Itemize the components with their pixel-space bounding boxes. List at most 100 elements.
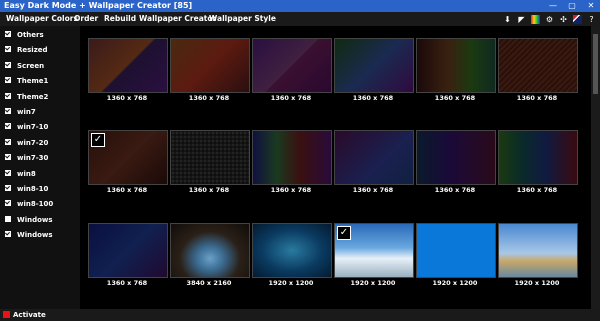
checkbox[interactable] [5,185,11,191]
wallpaper-thumbnail[interactable] [252,38,332,93]
checkbox[interactable] [5,61,11,68]
wallpaper-thumbnail[interactable] [170,223,250,278]
gamepad-icon[interactable]: ✣ [559,15,568,24]
wallpaper-thumbnail[interactable] [170,130,250,185]
sidebar-item[interactable]: Theme2 [5,91,48,103]
gear-icon[interactable]: ⚙ [545,15,554,24]
wallpaper-thumbnail[interactable] [252,223,332,278]
thumbnail-resolution-label: 1360 x 768 [188,94,230,102]
wallpaper-thumbnail[interactable] [416,223,496,278]
thumbnail-resolution-label: 1360 x 768 [352,186,394,194]
scrollbar[interactable] [591,26,600,309]
wallpaper-thumbnail[interactable] [334,38,414,93]
sidebar-item-label: Windows [17,215,53,224]
thumbnail-resolution-label: 1360 x 768 [106,186,148,194]
sidebar-item[interactable]: Screen [5,60,44,72]
wallpaper-thumbnail[interactable]: ✓ [88,130,168,185]
thumbnail-resolution-label: 1360 x 768 [352,94,394,102]
thumbnail-resolution-label: 3840 x 2160 [186,279,232,287]
download-icon[interactable]: ⬇ [503,15,512,24]
wallpaper-thumbnail[interactable] [170,38,250,93]
wallpaper-thumbnail[interactable] [416,38,496,93]
wallpaper-thumbnail[interactable] [416,130,496,185]
check-icon[interactable]: ✓ [337,226,351,240]
checkbox[interactable] [5,169,11,176]
checkbox[interactable] [5,123,11,130]
menu-rebuild[interactable]: Rebuild [104,12,136,26]
sidebar-item-label: win7-30 [17,154,49,163]
thumbnail-resolution-label: 1920 x 1200 [432,279,478,287]
sidebar-item[interactable]: win8-100 [5,198,53,210]
sidebar-item-label: win8-100 [17,200,54,209]
wallpaper-thumbnail[interactable] [498,130,578,185]
palette-icon[interactable] [531,14,540,24]
sidebar-item-label: Screen [17,61,45,70]
wallpaper-thumbnail[interactable] [498,223,578,278]
sidebar-item[interactable]: Windows [5,229,53,241]
cursor-icon[interactable]: ◤ [517,15,526,24]
sidebar-item-label: win7 [17,108,36,116]
sidebar-item-label: win7-10 [17,123,49,132]
checkbox[interactable] [5,46,11,53]
wallpaper-thumbnail[interactable] [88,38,168,93]
thumbnail-resolution-label: 1360 x 768 [106,279,148,287]
wallpaper-thumbnail[interactable]: ✓ [334,223,414,278]
checkbox[interactable] [5,92,11,99]
toolbar: ⬇ ◤ ⚙ ✣ ? [503,13,596,25]
checkbox[interactable] [5,31,11,37]
menu-wallpaper-style[interactable]: Wallpaper Style [209,12,276,26]
checkbox[interactable] [5,231,11,238]
sidebar-item-label: win8-10 [17,185,49,193]
sidebar-item-label: win8 [17,169,36,178]
checkbox[interactable] [5,138,11,145]
menu-wallpaper-colors[interactable]: Wallpaper Colors [6,12,78,26]
sidebar: Others Resized Screen Theme1 Theme2 win7 win7-… [0,26,80,309]
checkbox[interactable] [5,200,11,207]
thumbnail-resolution-label: 1360 x 768 [188,186,230,194]
thumbnail-resolution-label: 1360 x 768 [270,186,312,194]
sidebar-item[interactable]: Others [5,29,44,41]
thumbnail-resolution-label: 1360 x 768 [106,94,148,102]
title-bar: Easy Dark Mode + Wallpaper Creator [85] … [0,0,600,12]
scrollbar-thumb[interactable] [593,34,598,94]
status-indicator [3,311,10,318]
activate-link[interactable]: Activate [13,309,46,321]
minimize-button[interactable]: — [544,0,562,12]
thumbnail-resolution-label: 1360 x 768 [270,94,312,102]
sidebar-item-label: Others [17,31,44,39]
maximize-button[interactable]: ▢ [563,0,581,12]
flag-icon[interactable] [573,14,582,24]
checkbox[interactable] [5,77,11,84]
thumbnail-resolution-label: 1360 x 768 [434,94,476,102]
check-icon[interactable]: ✓ [91,133,105,147]
checkbox[interactable] [5,215,11,222]
wallpaper-thumbnail[interactable] [252,130,332,185]
wallpaper-thumbnail[interactable] [88,223,168,278]
checkbox[interactable] [5,108,11,114]
sidebar-item[interactable]: win7-30 [5,152,48,164]
thumbnail-resolution-label: 1920 x 1200 [350,279,396,287]
thumbnail-resolution-label: 1360 x 768 [516,94,558,102]
help-icon[interactable]: ? [587,15,596,24]
sidebar-item-label: Theme2 [17,92,49,101]
wallpaper-thumbnail[interactable] [498,38,578,93]
sidebar-item[interactable]: win7-20 [5,137,48,149]
close-button[interactable]: ✕ [582,0,600,12]
sidebar-item-label: win7-20 [17,138,49,147]
sidebar-item[interactable]: Windows [5,214,53,226]
sidebar-item[interactable]: win7-10 [5,121,48,133]
sidebar-item-label: Theme1 [17,77,49,86]
thumbnail-resolution-label: 1920 x 1200 [514,279,560,287]
sidebar-item[interactable]: win8 [5,168,36,180]
thumbnail-resolution-label: 1360 x 768 [516,186,558,194]
sidebar-item[interactable]: win8-10 [5,183,48,195]
sidebar-item-label: Windows [17,231,53,240]
sidebar-item[interactable]: win7 [5,106,36,118]
menu-wallpaper-creator[interactable]: Wallpaper Creator [139,12,216,26]
menu-order[interactable]: Order [74,12,98,26]
checkbox[interactable] [5,154,11,161]
sidebar-item[interactable]: Resized [5,44,48,56]
wallpaper-thumbnail[interactable] [334,130,414,185]
sidebar-item[interactable]: Theme1 [5,75,48,87]
thumbnail-resolution-label: 1920 x 1200 [268,279,314,287]
